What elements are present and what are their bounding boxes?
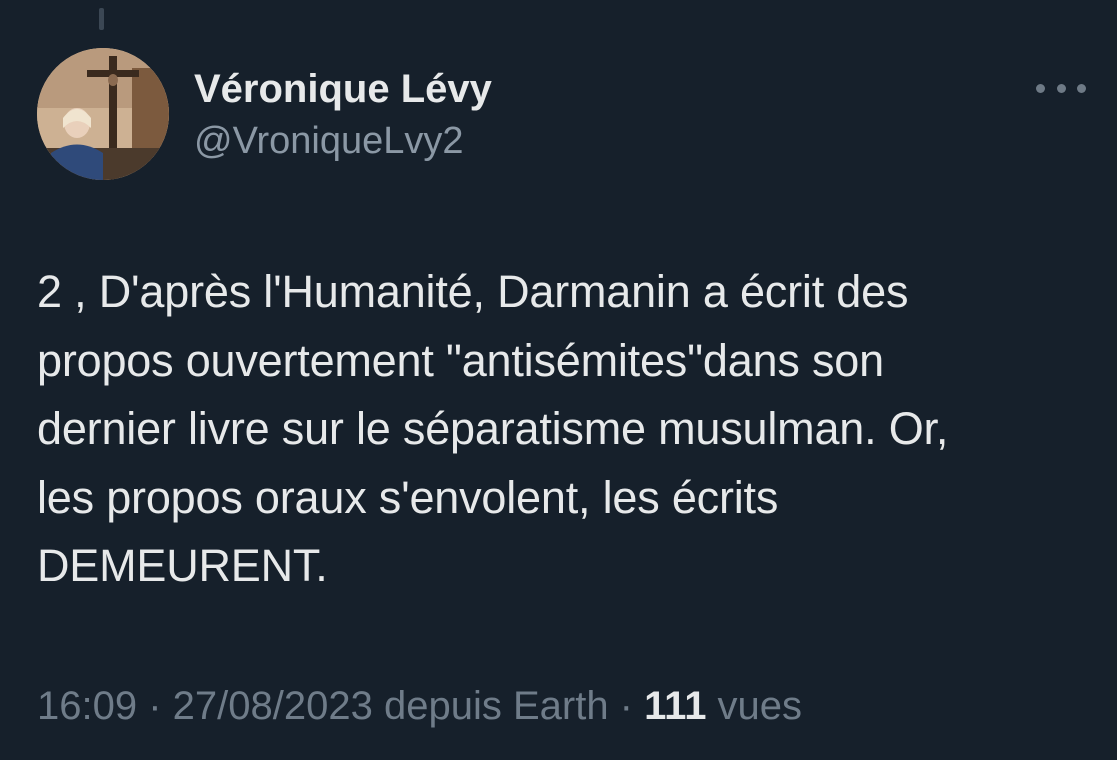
more-horizontal-icon-dot: [1077, 83, 1086, 93]
more-options-button[interactable]: [1036, 78, 1086, 98]
tweet-source: depuis Earth: [372, 684, 609, 728]
thread-connector-line: [99, 8, 104, 30]
avatar-image: [37, 48, 169, 180]
more-horizontal-icon: [1036, 83, 1045, 93]
meta-separator: ·: [137, 684, 173, 728]
author-display-name[interactable]: Véronique Lévy: [194, 66, 492, 112]
avatar[interactable]: [37, 48, 169, 180]
author-handle[interactable]: @VroniqueLvy2: [194, 118, 492, 164]
more-horizontal-icon-dot: [1056, 83, 1066, 93]
meta-separator: ·: [608, 684, 645, 728]
tweet-meta: 16:09 · 27/08/2023 depuis Earth · 111 vu…: [37, 682, 802, 730]
tweet-time[interactable]: 16:09: [37, 684, 137, 728]
tweet-date[interactable]: 27/08/2023: [173, 684, 373, 728]
views-count[interactable]: 111: [644, 684, 706, 728]
author-block[interactable]: Véronique Lévy @VroniqueLvy2: [194, 66, 492, 164]
views-label: vues: [706, 684, 803, 728]
tweet-text: 2 , D'après l'Humanité, Darmanin a écrit…: [37, 266, 949, 591]
